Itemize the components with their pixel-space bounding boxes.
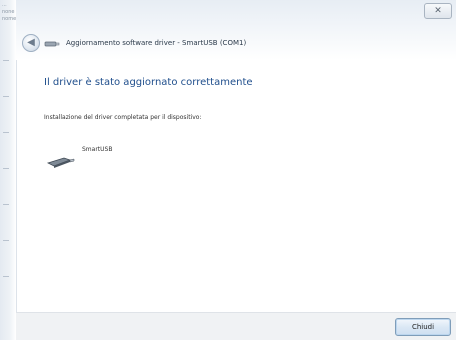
frame-tick — [3, 168, 9, 169]
frame-tick — [3, 204, 9, 205]
success-heading: Il driver è stato aggiornato correttamen… — [44, 77, 253, 88]
usb-device-icon — [44, 41, 60, 47]
close-window-button[interactable]: ✕ — [424, 3, 452, 19]
completion-message: Installazione del driver completata per … — [44, 114, 202, 121]
dialog-header — [16, 0, 456, 60]
back-arrow-icon: ◀ — [27, 37, 35, 48]
back-button[interactable]: ◀ — [22, 34, 40, 52]
device-name: SmartUSB — [82, 146, 113, 153]
frame-tick — [3, 276, 9, 277]
usb-device-icon — [46, 157, 75, 168]
frame-tick — [3, 240, 9, 241]
background-window-text: ... none nome — [2, 2, 17, 22]
close-dialog-button[interactable]: Chiudi — [395, 318, 451, 336]
frame-tick — [3, 60, 9, 61]
driver-update-dialog: ... none nome ✕ ◀ Aggiornamento software… — [0, 0, 456, 340]
background-window-frame: ... none nome — [0, 0, 17, 340]
window-title: Aggiornamento software driver - SmartUSB… — [66, 39, 247, 47]
frame-tick — [3, 96, 9, 97]
close-icon: ✕ — [434, 6, 442, 16]
frame-tick — [3, 132, 9, 133]
navigation-bar: ◀ — [22, 34, 62, 54]
dialog-footer — [16, 312, 456, 340]
